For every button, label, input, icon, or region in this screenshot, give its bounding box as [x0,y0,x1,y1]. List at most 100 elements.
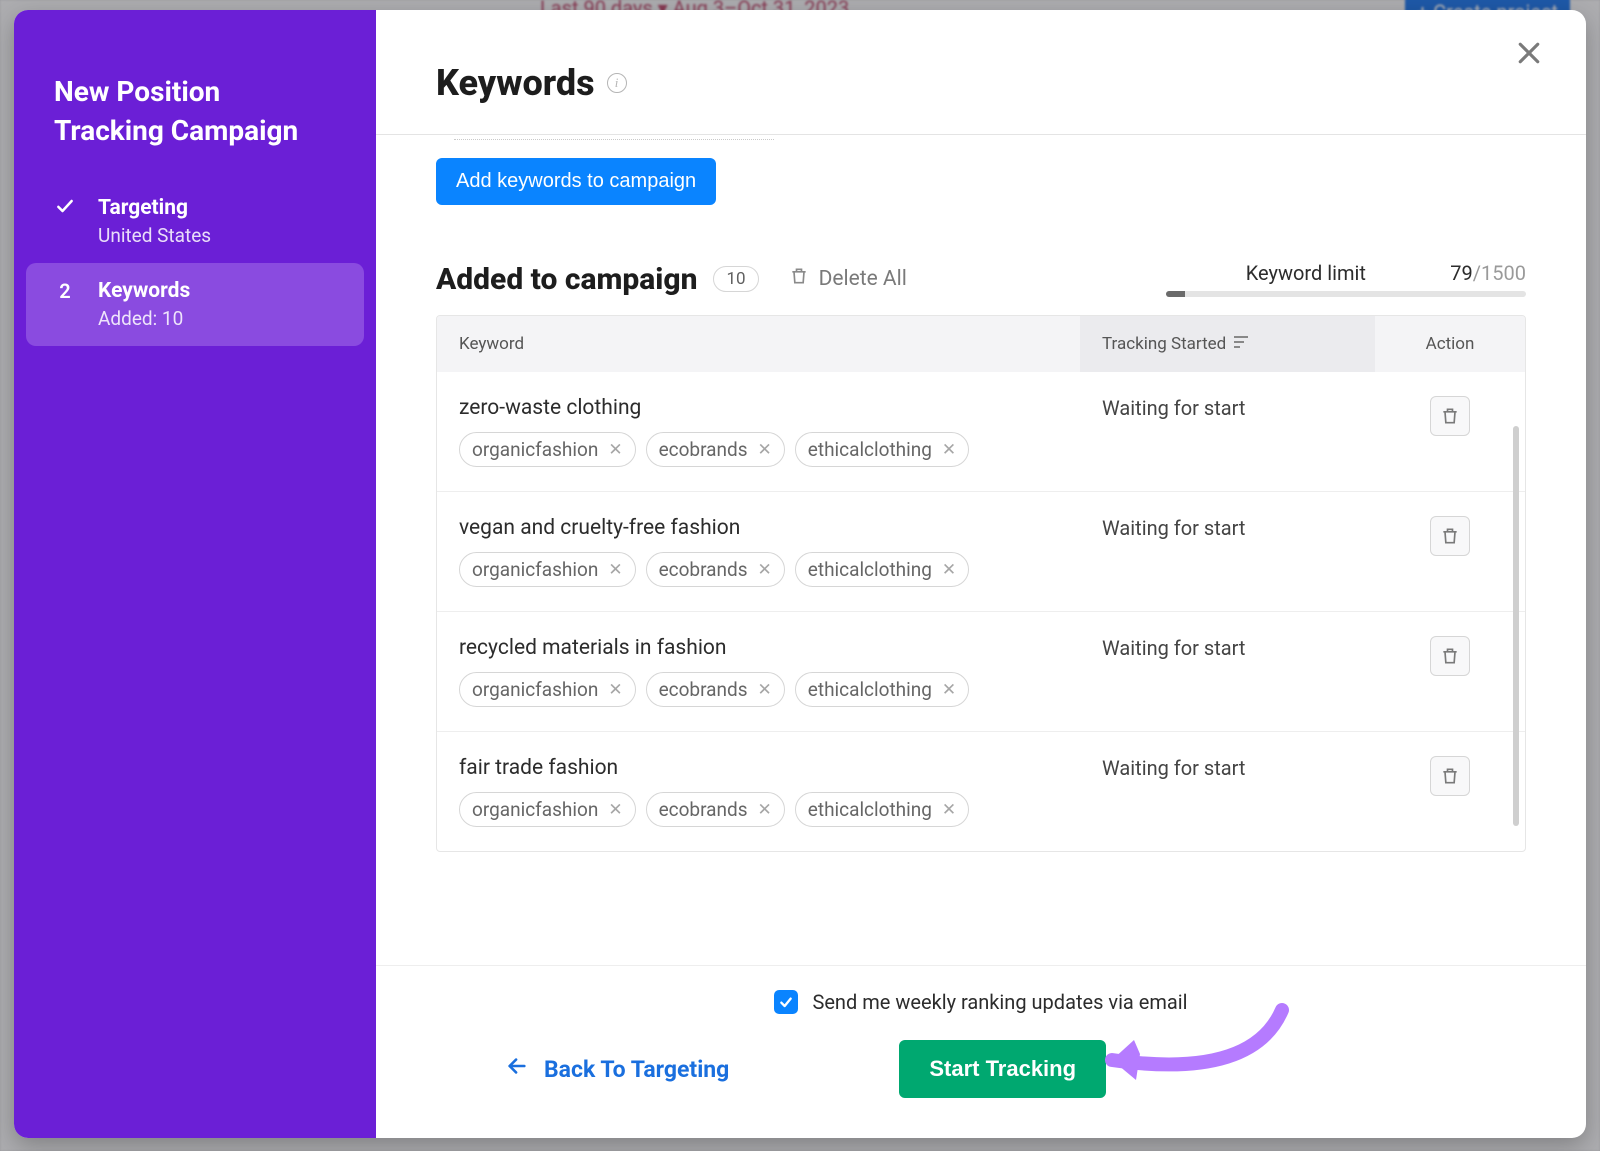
step-keywords[interactable]: 2 Keywords Added: 10 [26,263,364,346]
step-sub: United States [98,224,336,247]
position-tracking-modal: New Position Tracking Campaign Targeting… [14,10,1586,1138]
cell-action [1375,492,1525,611]
keyword-limit: Keyword limit 79/1500 [1166,261,1526,297]
sidebar-title: New Position Tracking Campaign [14,72,376,180]
cell-action [1375,612,1525,731]
step-body: Keywords Added: 10 [98,279,336,330]
add-keywords-button[interactable]: Add keywords to campaign [436,158,716,205]
tag: ecobrands ✕ [646,672,785,707]
limit-bar [1166,291,1526,297]
th-keyword[interactable]: Keyword [437,316,1080,372]
step-label: Targeting [98,196,336,220]
cell-keyword: fair trade fashionorganicfashion✕ecobran… [437,732,1080,851]
step-number-icon: 2 [54,279,76,330]
step-body: Targeting United States [98,196,336,247]
step-targeting[interactable]: Targeting United States [14,180,376,263]
table-header: Keyword Tracking Started Action [437,316,1525,372]
tag: ethicalclothing ✕ [795,432,969,467]
back-to-targeting-button[interactable]: Back To Targeting [506,1055,729,1083]
cell-tracking-status: Waiting for start [1080,492,1375,611]
scroll-area: Add keywords to campaign Added to campai… [376,134,1586,965]
tag-remove-icon[interactable]: ✕ [758,560,772,580]
tag-label: ecobrands [659,438,748,461]
keyword-tags: organicfashion✕ecobrands✕ethicalclothing… [459,552,1058,587]
tag-remove-icon[interactable]: ✕ [608,440,622,460]
tag-remove-icon[interactable]: ✕ [608,800,622,820]
check-icon [54,196,76,247]
tag-label: ecobrands [659,558,748,581]
dotted-divider [454,139,774,140]
tag-label: ethicalclothing [808,678,932,701]
cell-keyword: recycled materials in fashionorganicfash… [437,612,1080,731]
delete-row-button[interactable] [1430,756,1470,796]
keyword-tags: organicfashion✕ecobrands✕ethicalclothing… [459,672,1058,707]
cell-keyword: vegan and cruelty-free fashion organicfas… [437,492,1080,611]
tag-remove-icon[interactable]: ✕ [758,800,772,820]
tag: organicfashion ✕ [459,552,636,587]
tag-label: organicfashion [472,798,598,821]
tag-remove-icon[interactable]: ✕ [608,680,622,700]
delete-row-button[interactable] [1430,516,1470,556]
limit-sep: / [1473,261,1481,285]
tag: ethicalclothing ✕ [795,672,969,707]
tag-remove-icon[interactable]: ✕ [942,560,956,580]
tag-label: organicfashion [472,678,598,701]
delete-row-button[interactable] [1430,636,1470,676]
table-rows: zero-waste clothingorganicfashion✕ecobra… [437,372,1525,851]
step-sub: Added: 10 [98,307,336,330]
tag-label: ethicalclothing [808,558,932,581]
cell-action [1375,372,1525,491]
footer-buttons: Back To Targeting Start Tracking [436,1040,1526,1098]
scrollbar[interactable] [1513,426,1519,826]
table-row: recycled materials in fashionorganicfash… [437,611,1525,731]
tag-remove-icon[interactable]: ✕ [758,680,772,700]
email-opt-in: Send me weekly ranking updates via email [436,990,1526,1014]
keyword-name: vegan and cruelty-free fashion [459,516,1058,540]
tag-label: organicfashion [472,438,598,461]
th-tracking-started[interactable]: Tracking Started [1080,316,1375,372]
limit-current: 79 [1450,261,1472,285]
table-row: zero-waste clothingorganicfashion✕ecobra… [437,372,1525,491]
delete-row-button[interactable] [1430,396,1470,436]
section-left: Added to campaign 10 Delete All [436,262,907,297]
step-label: Keywords [98,279,336,303]
modal-footer: Send me weekly ranking updates via email… [376,965,1586,1138]
keyword-count-badge: 10 [713,266,758,292]
trash-icon [789,266,809,292]
cell-action [1375,732,1525,851]
tag: ethicalclothing ✕ [795,552,969,587]
keyword-tags: organicfashion ✕ ecobrands ✕ ethicalclothing… [459,792,1058,827]
cell-tracking-status: Waiting for start [1080,372,1375,491]
tag-label: ecobrands [659,678,748,701]
tag: ecobrands ✕ [646,432,785,467]
email-checkbox[interactable] [774,990,798,1014]
tag-label: ethicalclothing [808,798,932,821]
tag: organicfashion ✕ [459,792,636,827]
tag-remove-icon[interactable]: ✕ [942,800,956,820]
delete-all-button[interactable]: Delete All [789,266,907,292]
sort-icon [1234,336,1248,352]
tag-label: organicfashion [472,558,598,581]
tag-remove-icon[interactable]: ✕ [758,440,772,460]
section-header: Added to campaign 10 Delete All Keyword … [436,261,1526,297]
tag: ecobrands ✕ [646,552,785,587]
tag-label: ecobrands [659,798,748,821]
tag: ecobrands ✕ [646,792,785,827]
close-icon[interactable] [1514,38,1548,72]
delete-all-label: Delete All [819,267,907,291]
tag-remove-icon[interactable]: ✕ [608,560,622,580]
tag-remove-icon[interactable]: ✕ [942,680,956,700]
th-action: Action [1375,316,1525,372]
keyword-name: fair trade fashion [459,756,1058,780]
section-title: Added to campaign [436,262,697,297]
arrow-left-icon [506,1055,528,1083]
tag-remove-icon[interactable]: ✕ [942,440,956,460]
limit-text: Keyword limit 79/1500 [1166,261,1526,285]
email-label: Send me weekly ranking updates via email [812,990,1187,1014]
wizard-sidebar: New Position Tracking Campaign Targeting… [14,10,376,1138]
tag-label: ethicalclothing [808,438,932,461]
start-tracking-button[interactable]: Start Tracking [899,1040,1106,1098]
limit-label: Keyword limit [1246,261,1366,285]
info-icon[interactable]: i [607,73,627,93]
keyword-tags: organicfashion✕ecobrands✕ethicalclothing… [459,432,1058,467]
